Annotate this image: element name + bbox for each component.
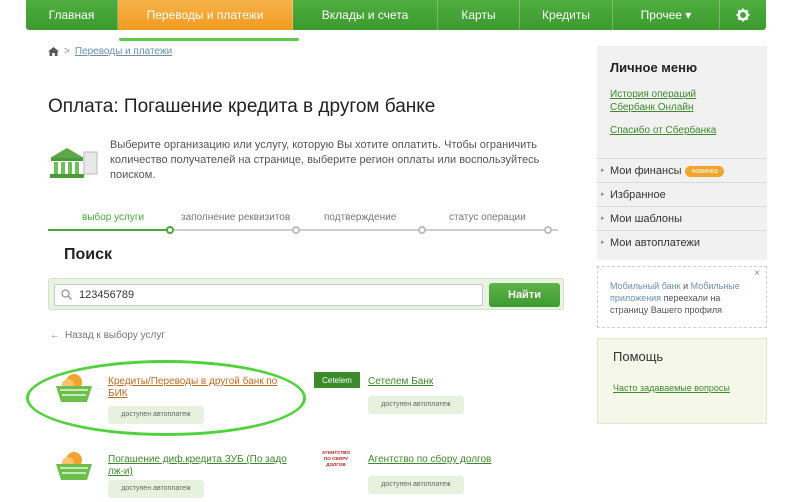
arrow-left-icon: ←: [50, 330, 60, 341]
bank-building-icon: [50, 148, 98, 178]
nav-item-credits[interactable]: Кредиты: [520, 0, 613, 30]
menu-item-autopayments[interactable]: ▸ Мои автоплатежи: [597, 230, 767, 254]
breadcrumb: > Переводы и платежи: [48, 46, 172, 57]
spasibo-link[interactable]: Спасибо от Сбербанка: [610, 124, 760, 137]
service-name[interactable]: Сетелем Банк: [368, 376, 508, 388]
basket-icon: [56, 452, 92, 480]
mobile-bank-notice: × Мобильный банк и Мобильные приложения …: [597, 266, 767, 328]
intro-text: Выберите организацию или услугу, которую…: [110, 139, 540, 181]
step-label: подтверждение: [324, 212, 397, 223]
service-name[interactable]: Агентство по сбору долгов: [368, 454, 508, 466]
personal-menu: Личное меню История операций Сбербанк Он…: [597, 46, 767, 260]
search-icon: [61, 289, 72, 300]
step-dot: [166, 226, 174, 234]
step-dot: [292, 226, 300, 234]
basket-icon: [56, 374, 92, 402]
step-label: заполнение реквизитов: [181, 212, 291, 223]
step-dot: [544, 226, 552, 234]
autopay-badge: доступен автоплатеж: [108, 480, 204, 498]
cetelem-logo: Cetelem: [314, 372, 360, 388]
close-icon[interactable]: ×: [754, 268, 760, 279]
step-label: выбор услуги: [82, 212, 145, 223]
notice-text: Мобильный банк и Мобильные приложения пе…: [610, 280, 760, 316]
menu-item-label: Мои финансы: [610, 165, 682, 177]
chevron-right-icon: ▸: [601, 239, 605, 246]
autopay-badge: доступен автоплатеж: [368, 396, 464, 414]
notice-text-mid: и: [680, 281, 691, 291]
menu-item-label: Мои шаблоны: [610, 213, 682, 225]
chevron-right-icon: ▸: [601, 191, 605, 198]
personal-menu-title: Личное меню: [610, 60, 698, 75]
svg-text:ДОЛГОВ: ДОЛГОВ: [326, 462, 346, 467]
service-name[interactable]: Погашение диф.кредита ЗУБ (По задо лж-и): [108, 454, 288, 478]
search-button[interactable]: Найти: [489, 283, 560, 307]
faq-link[interactable]: Часто задаваемые вопросы: [613, 382, 733, 394]
new-badge: новинка: [685, 166, 724, 177]
breadcrumb-separator: >: [64, 46, 70, 57]
menu-item-favorites[interactable]: ▸ Избранное: [597, 182, 767, 206]
help-panel: Помощь Часто задаваемые вопросы: [597, 338, 767, 424]
menu-item-label: Избранное: [610, 189, 666, 201]
autopay-badge: доступен автоплатеж: [108, 406, 204, 424]
nav-item-home[interactable]: Главная: [26, 0, 118, 30]
history-link[interactable]: История операций Сбербанк Онлайн: [610, 88, 740, 114]
search-panel: 123456789 Найти: [48, 278, 564, 310]
search-input[interactable]: 123456789: [54, 284, 483, 306]
nav-item-deposits[interactable]: Вклады и счета: [293, 0, 438, 30]
home-icon[interactable]: [48, 47, 59, 56]
nav-item-more[interactable]: Прочее ▾: [613, 0, 720, 30]
breadcrumb-link-transfers[interactable]: Переводы и платежи: [75, 46, 172, 57]
menu-item-templates[interactable]: ▸ Мои шаблоны: [597, 206, 767, 230]
search-title: Поиск: [64, 246, 113, 263]
service-name[interactable]: Кредиты/Переводы в другой банк по БИК: [108, 376, 278, 400]
settings-gear-icon[interactable]: [720, 0, 766, 30]
menu-item-finances[interactable]: ▸ Мои финансы новинка: [597, 158, 767, 182]
active-tab-underline: [119, 38, 299, 41]
help-title: Помощь: [613, 349, 664, 364]
menu-item-label: Мои автоплатежи: [610, 237, 701, 249]
svg-text:ПО СБОРУ: ПО СБОРУ: [324, 456, 348, 461]
agency-logo: АГЕНТСТВО ПО СБОРУ ДОЛГОВ: [312, 448, 360, 468]
back-link[interactable]: ← Назад к выбору услуг: [50, 330, 165, 341]
chevron-right-icon: ▸: [601, 167, 605, 174]
step-label: статус операции: [449, 212, 526, 223]
mobile-bank-link[interactable]: Мобильный банк: [610, 281, 681, 291]
svg-text:АГЕНТСТВО: АГЕНТСТВО: [322, 450, 350, 455]
chevron-right-icon: ▸: [601, 215, 605, 222]
back-link-label: Назад к выбору услуг: [65, 330, 165, 341]
nav-item-cards[interactable]: Карты: [438, 0, 520, 30]
autopay-badge: доступен автоплатеж: [368, 476, 464, 494]
progress-steps: выбор услуги заполнение реквизитов подтв…: [48, 208, 558, 238]
steps-progress-line: [48, 229, 170, 231]
nav-item-transfers[interactable]: Переводы и платежи: [118, 0, 293, 30]
step-dot: [418, 226, 426, 234]
svg-text:Cetelem: Cetelem: [322, 376, 352, 385]
main-nav: Главная Переводы и платежи Вклады и счет…: [26, 0, 766, 30]
page-title: Оплата: Погашение кредита в другом банке: [48, 96, 436, 117]
